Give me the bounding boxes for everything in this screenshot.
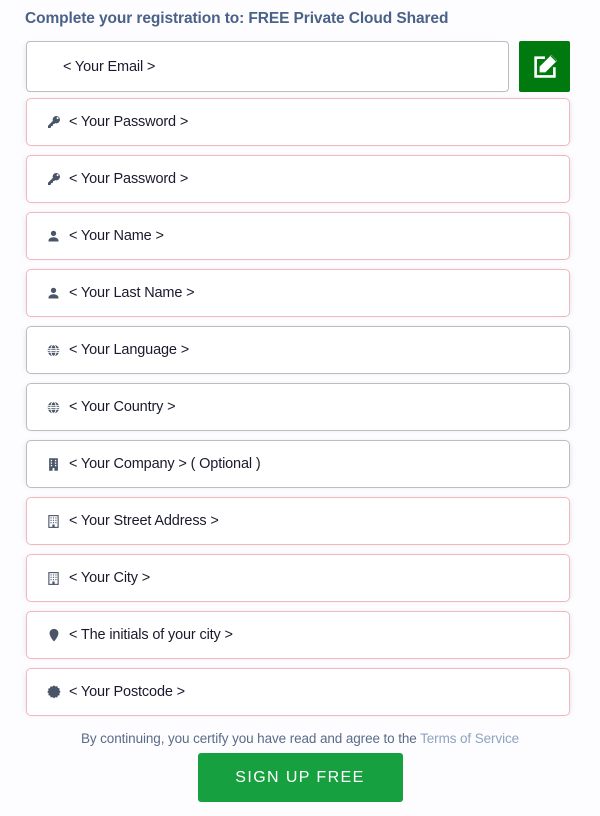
page-title-lead: Complete your registration to: xyxy=(25,10,245,27)
terms-of-service-link[interactable]: Terms of Service xyxy=(420,731,519,746)
field-row-last-name: < Your Last Name > xyxy=(0,269,600,326)
city-placeholder: < Your City > xyxy=(69,570,151,586)
page-title: Complete your registration to: FREE Priv… xyxy=(25,10,448,28)
terms-notice-text: By continuing, you certify you have read… xyxy=(80,731,421,746)
city-initials-field[interactable]: < The initials of your city > xyxy=(26,611,570,659)
company-field[interactable]: < Your Company > ( Optional ) xyxy=(26,440,570,488)
form-fields: < Your Email > < Your Password > < Your … xyxy=(0,41,600,725)
field-row-city: < Your City > xyxy=(0,554,600,611)
street-address-placeholder: < Your Street Address > xyxy=(69,513,219,529)
globe-icon xyxy=(45,399,62,416)
field-row-first-name: < Your Name > xyxy=(0,212,600,269)
password-placeholder: < Your Password > xyxy=(69,114,189,130)
globe-icon xyxy=(45,342,62,359)
city-initials-placeholder: < The initials of your city > xyxy=(69,627,233,643)
email-placeholder: < Your Email > xyxy=(63,58,156,75)
field-row-street-address: < Your Street Address > xyxy=(0,497,600,554)
user-icon xyxy=(45,285,62,302)
field-row-password: < Your Password > xyxy=(0,98,600,155)
edit-square-icon xyxy=(530,52,560,82)
field-row-city-initials: < The initials of your city > xyxy=(0,611,600,668)
key-icon xyxy=(45,114,62,131)
password-confirm-field[interactable]: < Your Password > xyxy=(26,155,570,203)
field-row-company: < Your Company > ( Optional ) xyxy=(0,440,600,497)
email-field[interactable]: < Your Email > xyxy=(26,41,509,92)
field-row-postcode: < Your Postcode > xyxy=(0,668,600,725)
city-field[interactable]: < Your City > xyxy=(26,554,570,602)
field-row-country: < Your Country > xyxy=(0,383,600,440)
terms-notice: By continuing, you certify you have read… xyxy=(0,731,600,746)
last-name-placeholder: < Your Last Name > xyxy=(69,285,195,301)
email-edit-button[interactable] xyxy=(519,41,570,92)
postcode-placeholder: < Your Postcode > xyxy=(69,684,185,700)
user-icon xyxy=(45,228,62,245)
key-icon xyxy=(45,171,62,188)
password-field[interactable]: < Your Password > xyxy=(26,98,570,146)
building-icon xyxy=(45,513,62,530)
first-name-field[interactable]: < Your Name > xyxy=(26,212,570,260)
company-placeholder: < Your Company > ( Optional ) xyxy=(69,456,261,472)
field-row-language: < Your Language > xyxy=(0,326,600,383)
password-confirm-placeholder: < Your Password > xyxy=(69,171,189,187)
language-field[interactable]: < Your Language > xyxy=(26,326,570,374)
country-field[interactable]: < Your Country > xyxy=(26,383,570,431)
page-title-emphasis: FREE Private Cloud Shared xyxy=(248,10,449,27)
registration-form-page: Complete your registration to: FREE Priv… xyxy=(0,0,600,816)
postcode-field[interactable]: < Your Postcode > xyxy=(26,668,570,716)
last-name-field[interactable]: < Your Last Name > xyxy=(26,269,570,317)
first-name-placeholder: < Your Name > xyxy=(69,228,164,244)
field-row-password-confirm: < Your Password > xyxy=(0,155,600,212)
building-icon xyxy=(45,570,62,587)
email-row: < Your Email > xyxy=(0,41,600,98)
submit-wrapper: SIGN UP FREE xyxy=(0,753,600,802)
building-solid-icon xyxy=(45,456,62,473)
map-marker-icon xyxy=(45,627,62,644)
country-placeholder: < Your Country > xyxy=(69,399,176,415)
language-placeholder: < Your Language > xyxy=(69,342,190,358)
certificate-icon xyxy=(45,684,62,701)
sign-up-button[interactable]: SIGN UP FREE xyxy=(197,753,403,802)
street-address-field[interactable]: < Your Street Address > xyxy=(26,497,570,545)
